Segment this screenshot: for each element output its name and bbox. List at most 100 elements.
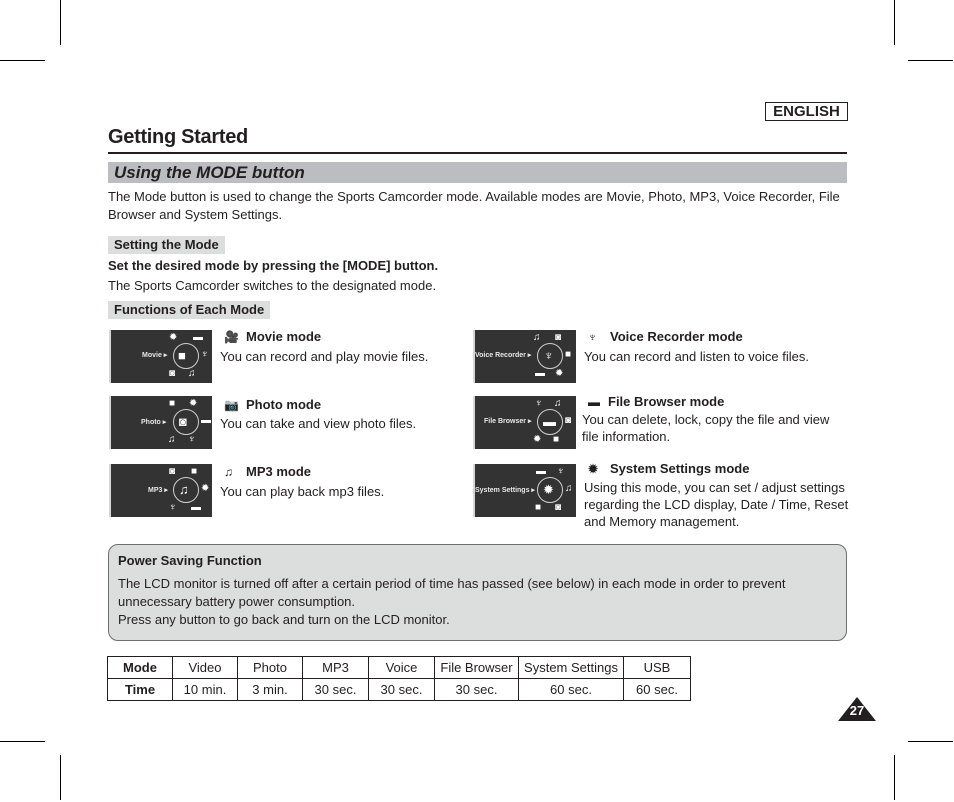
note-line-2: Press any button to go back and turn on … [118, 612, 450, 627]
gear-icon: ✹ [555, 368, 564, 379]
camera-icon: 📷 [224, 398, 239, 412]
table-cell: Photo [237, 656, 303, 679]
page-title: Getting Started [108, 126, 248, 148]
system-settings-mode-title: ✹ System Settings mode [588, 461, 749, 476]
table-cell: 60 sec. [518, 678, 624, 701]
table-header: Time [107, 678, 173, 701]
gear-icon: ✹ [588, 462, 599, 476]
microphone-icon: ♆ [188, 434, 196, 445]
power-saving-table: Mode Video Photo MP3 Voice File Browser … [107, 656, 691, 701]
movie-camera-icon: ■ [535, 502, 542, 513]
note-title: Power Saving Function [118, 553, 262, 568]
mode-title-text: Voice Recorder mode [610, 329, 743, 344]
note-body: The LCD monitor is turned off after a ce… [118, 575, 833, 629]
selected-mode-ring: ◙ [173, 409, 199, 435]
selected-mode-ring: ▬ [537, 409, 563, 435]
gear-icon: ✹ [201, 483, 210, 494]
lcd-label: Voice Recorder ▸ [475, 352, 532, 359]
file-browser-mode-title: ▬ File Browser mode [588, 394, 724, 409]
gear-icon: ✹ [543, 482, 554, 497]
music-note-icon: ♫ [179, 482, 189, 497]
selected-mode-ring: ♆ [537, 343, 563, 369]
microphone-icon: ♆ [544, 348, 554, 363]
lcd-label: MP3 ▸ [148, 487, 168, 494]
section-title: Using the MODE button [114, 163, 305, 182]
gear-icon: ✹ [189, 398, 198, 409]
movie-camera-icon: ■ [191, 466, 198, 477]
setting-mode-heading: Setting the Mode [108, 236, 225, 254]
selected-mode-ring: ■ [173, 343, 199, 369]
folder-icon: ▬ [536, 466, 546, 477]
crop-mark [0, 60, 45, 61]
camera-icon: ◙ [169, 466, 176, 477]
movie-camera-icon: 🎥 [224, 330, 239, 344]
camera-icon: ◙ [169, 368, 176, 379]
table-cell: Voice [368, 656, 435, 679]
folder-icon: ▬ [193, 332, 203, 343]
crop-mark [60, 0, 61, 45]
table-cell: File Browser [434, 656, 519, 679]
crop-mark [908, 60, 953, 61]
camera-icon: ◙ [555, 332, 562, 343]
lcd-photo-mode: Photo ▸ ■ ✹ ◙ ▬ ♫ ♆ [109, 396, 212, 449]
file-browser-mode-description: You can delete, lock, copy the file and … [582, 412, 830, 444]
crop-mark [0, 741, 45, 742]
movie-camera-icon: ■ [169, 398, 176, 409]
lcd-label: File Browser ▸ [484, 418, 532, 425]
mp3-mode-title: ♫ MP3 mode [224, 464, 311, 479]
selected-mode-ring: ✹ [537, 477, 563, 503]
table-cell: 30 sec. [368, 678, 435, 701]
movie-camera-icon: ■ [178, 348, 186, 363]
mode-title-text: Photo mode [246, 397, 322, 412]
table-row-mode: Mode Video Photo MP3 Voice File Browser … [107, 656, 691, 679]
music-note-icon: ♫ [565, 483, 573, 494]
folder-icon: ▬ [543, 414, 556, 429]
music-note-icon: ♫ [188, 368, 196, 379]
crop-mark [60, 755, 61, 800]
microphone-icon: ♆ [201, 349, 209, 360]
table-cell: 60 sec. [623, 678, 691, 701]
setting-result: The Sports Camcorder switches to the des… [108, 278, 437, 293]
microphone-icon: ♆ [557, 466, 565, 477]
language-badge: ENGLISH [765, 102, 848, 121]
page-number: 27 [849, 703, 865, 718]
folder-icon: ▬ [535, 368, 545, 379]
music-note-icon: ♫ [533, 332, 541, 343]
lcd-voice-recorder-mode: Voice Recorder ▸ ♫ ◙ ♆ ■ ▬ ✹ [473, 330, 576, 383]
mode-title-text: System Settings mode [610, 461, 750, 476]
movie-mode-description: You can record and play movie files. [220, 349, 429, 364]
crop-mark [894, 0, 895, 45]
table-header: Mode [107, 656, 173, 679]
intro-text: The Mode button is used to change the Sp… [108, 189, 840, 222]
mode-title-text: MP3 mode [246, 464, 312, 479]
lcd-system-settings-mode: System Settings ▸ ▬ ♆ ✹ ♫ ■ ◙ [473, 464, 576, 517]
table-cell: 3 min. [237, 678, 303, 701]
camera-icon: ◙ [179, 414, 187, 429]
folder-icon: ▬ [588, 395, 600, 409]
table-cell: 10 min. [172, 678, 238, 701]
table-cell: USB [623, 656, 691, 679]
title-divider [108, 152, 847, 154]
lcd-label: System Settings ▸ [475, 487, 535, 494]
music-note-icon: ♫ [554, 398, 562, 409]
voice-recorder-mode-description: You can record and listen to voice files… [584, 349, 809, 364]
lcd-mp3-mode: MP3 ▸ ◙ ■ ♫ ✹ ♆ ▬ [109, 464, 212, 517]
table-row-time: Time 10 min. 3 min. 30 sec. 30 sec. 30 s… [107, 678, 691, 701]
microphone-icon: ♆ [169, 502, 177, 513]
lcd-movie-mode: Movie ▸ ✹ ▬ ■ ♆ ◙ ♫ [109, 330, 212, 383]
microphone-icon: ♆ [535, 398, 543, 409]
photo-mode-title: 📷 Photo mode [224, 397, 321, 412]
photo-mode-description: You can take and view photo files. [220, 416, 417, 431]
gear-icon: ✹ [169, 332, 178, 343]
selected-mode-ring: ♫ [173, 477, 199, 503]
gear-icon: ✹ [533, 434, 542, 445]
table-cell: Video [172, 656, 238, 679]
mode-title-text: Movie mode [246, 329, 322, 344]
page-number-badge: 27 [838, 697, 876, 721]
movie-camera-icon: ■ [553, 434, 560, 445]
lcd-label: Movie ▸ [142, 352, 168, 359]
table-cell: System Settings [518, 656, 624, 679]
music-note-icon: ♫ [168, 434, 176, 445]
setting-instruction: Set the desired mode by pressing the [MO… [108, 258, 439, 273]
music-note-icon: ♫ [224, 465, 233, 479]
